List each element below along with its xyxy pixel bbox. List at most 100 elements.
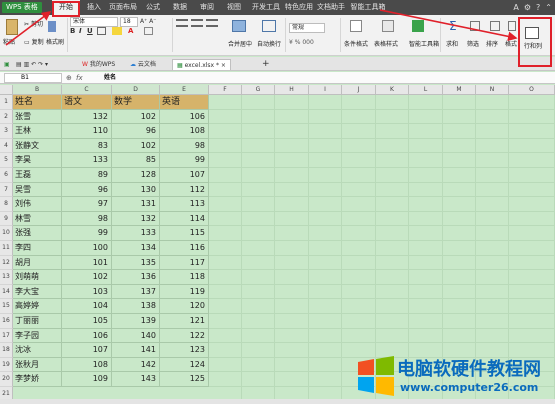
score-cell[interactable]: 140	[112, 328, 160, 344]
score-cell[interactable]: 131	[112, 197, 160, 212]
table-header-cell[interactable]: 英语	[160, 95, 209, 110]
score-cell[interactable]: 116	[160, 241, 209, 256]
student-name-cell[interactable]: 张静文	[13, 138, 62, 154]
student-name-cell[interactable]: 李大宝	[13, 284, 62, 300]
score-cell[interactable]: 106	[160, 109, 209, 125]
score-cell[interactable]: 112	[160, 182, 209, 198]
score-cell[interactable]: 132	[62, 109, 112, 125]
score-cell[interactable]: 99	[160, 153, 209, 168]
score-cell[interactable]: 102	[62, 270, 112, 285]
student-name-cell[interactable]: 高婷婷	[13, 299, 62, 314]
score-cell[interactable]: 103	[62, 284, 112, 300]
score-cell[interactable]: 134	[112, 241, 160, 256]
student-name-cell[interactable]: 刘萌萌	[13, 270, 62, 285]
score-cell[interactable]: 135	[112, 255, 160, 271]
score-cell[interactable]: 108	[62, 357, 112, 373]
score-cell[interactable]: 132	[112, 211, 160, 227]
row-header-3[interactable]: 3	[0, 124, 13, 139]
student-name-cell[interactable]: 丁丽丽	[13, 314, 62, 329]
score-cell[interactable]: 102	[112, 138, 160, 154]
row-header-19[interactable]: 19	[0, 357, 13, 373]
row-header-13[interactable]: 13	[0, 270, 13, 285]
row-header-8[interactable]: 8	[0, 197, 13, 212]
score-cell[interactable]: 106	[62, 328, 112, 344]
score-cell[interactable]: 120	[160, 299, 209, 314]
score-cell[interactable]: 118	[160, 270, 209, 285]
student-name-cell[interactable]: 张秋月	[13, 357, 62, 373]
score-cell[interactable]: 121	[160, 314, 209, 329]
student-name-cell[interactable]: 张强	[13, 226, 62, 241]
student-name-cell[interactable]: 刘伟	[13, 197, 62, 212]
spreadsheet-grid[interactable]: BCDEFGHIJKLMNO 1 2 3 4 5 6 7 8 9 10 11 12 13 14 15 16 17…	[0, 85, 555, 399]
score-cell[interactable]: 137	[112, 284, 160, 300]
student-name-cell[interactable]: 沈冰	[13, 343, 62, 358]
score-cell[interactable]: 100	[62, 241, 112, 256]
score-cell[interactable]: 96	[62, 182, 112, 198]
score-cell[interactable]: 107	[62, 343, 112, 358]
score-cell[interactable]: 143	[112, 372, 160, 387]
score-cell[interactable]: 124	[160, 357, 209, 373]
score-cell[interactable]: 123	[160, 343, 209, 358]
score-cell[interactable]: 133	[112, 226, 160, 241]
student-name-cell[interactable]: 李梦娇	[13, 372, 62, 387]
row-header-14[interactable]: 14	[0, 284, 13, 300]
score-cell[interactable]: 138	[112, 299, 160, 314]
score-cell[interactable]: 122	[160, 328, 209, 344]
row-header-11[interactable]: 11	[0, 241, 13, 256]
student-name-cell[interactable]: 李子园	[13, 328, 62, 344]
student-name-cell[interactable]: 王磊	[13, 168, 62, 183]
row-header-17[interactable]: 17	[0, 328, 13, 344]
student-name-cell[interactable]: 李昊	[13, 153, 62, 168]
score-cell[interactable]: 105	[62, 314, 112, 329]
score-cell[interactable]: 107	[160, 168, 209, 183]
score-cell[interactable]: 141	[112, 343, 160, 358]
score-cell[interactable]: 97	[62, 197, 112, 212]
row-header-2[interactable]: 2	[0, 109, 13, 125]
score-cell[interactable]: 130	[112, 182, 160, 198]
table-header-cell[interactable]: 语文	[62, 95, 112, 110]
row-header-16[interactable]: 16	[0, 314, 13, 329]
score-cell[interactable]: 133	[62, 153, 112, 168]
student-name-cell[interactable]: 张雪	[13, 109, 62, 125]
row-header-21[interactable]: 21	[0, 387, 13, 399]
row-header-4[interactable]: 4	[0, 138, 13, 154]
score-cell[interactable]: 139	[112, 314, 160, 329]
score-cell[interactable]: 142	[112, 357, 160, 373]
score-cell[interactable]: 83	[62, 138, 112, 154]
score-cell[interactable]: 128	[112, 168, 160, 183]
score-cell[interactable]: 108	[160, 124, 209, 139]
score-cell[interactable]: 119	[160, 284, 209, 300]
row-header-20[interactable]: 20	[0, 372, 13, 387]
row-header-9[interactable]: 9	[0, 211, 13, 227]
score-cell[interactable]: 114	[160, 211, 209, 227]
student-name-cell[interactable]: 李四	[13, 241, 62, 256]
score-cell[interactable]: 89	[62, 168, 112, 183]
student-name-cell[interactable]: 林雪	[13, 211, 62, 227]
student-name-cell[interactable]: 王林	[13, 124, 62, 139]
score-cell[interactable]: 98	[62, 211, 112, 227]
row-header-5[interactable]: 5	[0, 153, 13, 168]
table-header-cell[interactable]: 数学	[112, 95, 160, 110]
row-header-10[interactable]: 10	[0, 226, 13, 241]
score-cell[interactable]: 110	[62, 124, 112, 139]
student-name-cell[interactable]: 胡月	[13, 255, 62, 271]
score-cell[interactable]: 109	[62, 372, 112, 387]
score-cell[interactable]: 98	[160, 138, 209, 154]
table-header-cell[interactable]: 姓名	[13, 95, 62, 110]
row-header-1[interactable]: 1	[0, 95, 13, 110]
score-cell[interactable]: 96	[112, 124, 160, 139]
score-cell[interactable]: 85	[112, 153, 160, 168]
row-header-7[interactable]: 7	[0, 182, 13, 198]
score-cell[interactable]: 104	[62, 299, 112, 314]
row-header-12[interactable]: 12	[0, 255, 13, 271]
student-name-cell[interactable]: 吴雪	[13, 182, 62, 198]
row-header-18[interactable]: 18	[0, 343, 13, 358]
score-cell[interactable]: 117	[160, 255, 209, 271]
score-cell[interactable]: 125	[160, 372, 209, 387]
score-cell[interactable]: 136	[112, 270, 160, 285]
score-cell[interactable]: 102	[112, 109, 160, 125]
score-cell[interactable]: 115	[160, 226, 209, 241]
score-cell[interactable]: 101	[62, 255, 112, 271]
score-cell[interactable]: 99	[62, 226, 112, 241]
score-cell[interactable]: 113	[160, 197, 209, 212]
